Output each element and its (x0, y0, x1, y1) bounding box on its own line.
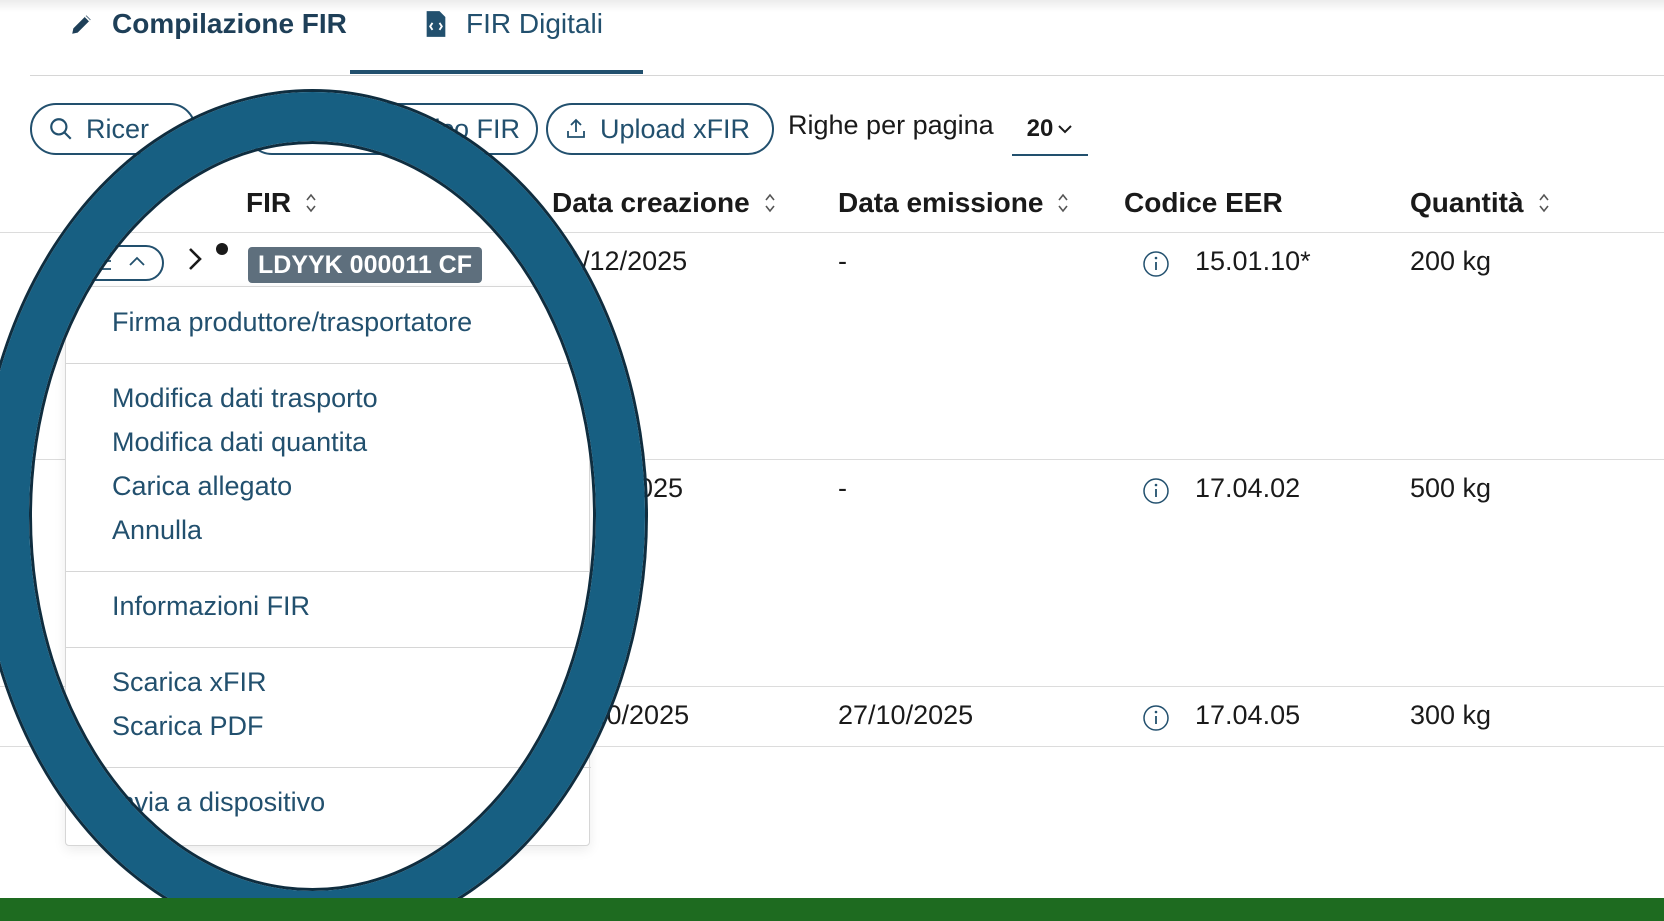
column-header-label: Codice EER (1124, 187, 1283, 218)
menu-item-modifica-trasporto[interactable]: Modifica dati trasporto (112, 383, 378, 414)
menu-item-firma[interactable]: Firma produttore/trasportatore (112, 307, 472, 338)
menu-item-scarica-xfir[interactable]: Scarica xFIR (112, 667, 267, 698)
cell-data-creazione: 2025 (623, 473, 684, 503)
cell-codice-eer: 17.04.02 (1195, 473, 1301, 503)
menu-item-annulla[interactable]: Annulla (112, 515, 202, 546)
rows-per-page-value: 20 (1026, 115, 1054, 142)
cell-quantita: 500 kg (1410, 473, 1492, 503)
menu-item-informazioni-fir[interactable]: Informazioni FIR (112, 591, 310, 622)
cell-data-emissione: - (838, 473, 847, 503)
cell-data-emissione: 27/10/2025 (838, 700, 974, 730)
cell-quantita: 300 kg (1410, 700, 1492, 730)
scarico-fir-label: arico FIR (410, 113, 520, 144)
column-header-label: Data emissione (838, 187, 1044, 218)
active-tab-indicator (350, 70, 643, 74)
column-header-quantita[interactable]: Quantità (1410, 187, 1550, 219)
column-header-codice-eer: Codice EER (1124, 187, 1283, 219)
menu-divider (66, 363, 591, 364)
tab-fir-digitali[interactable]: FIR Digitali (380, 0, 673, 61)
tab-bar: Compilazione FIR FIR Digitali (30, 0, 1664, 76)
info-icon[interactable] (1142, 250, 1170, 278)
row-actions-dropdown: Firma produttore/trasportatore Modifica … (65, 286, 591, 846)
upload-xfir-button[interactable]: Upload xFIR (546, 103, 774, 155)
footer-bar (0, 898, 1664, 921)
column-header-data-emissione[interactable]: Data emissione (838, 187, 1069, 219)
info-icon[interactable] (1142, 477, 1170, 505)
sort-icon (305, 191, 317, 215)
column-header-label: Data creazione (552, 187, 750, 218)
menu-divider (66, 767, 591, 768)
menu-item-invia-dispositivo[interactable]: Invia a dispositivo (112, 787, 325, 818)
chevron-down-icon (1057, 123, 1073, 135)
sort-icon (1538, 191, 1550, 215)
fir-number-badge: LDYYK 000011 CF (248, 247, 482, 283)
cell-data-creazione: 01/12/2025 (552, 246, 688, 276)
tab-label: FIR Digitali (466, 7, 603, 39)
column-header-label: FIR (246, 187, 292, 218)
expand-row-icon[interactable] (186, 245, 204, 280)
sort-icon (764, 191, 776, 215)
tab-compilazione-fir[interactable]: Compilazione FIR (66, 0, 347, 61)
cell-data-creazione: /10/2025 (584, 700, 690, 730)
rows-per-page-select[interactable]: 20 (1012, 104, 1088, 156)
menu-divider (66, 647, 591, 648)
menu-item-modifica-quantita[interactable]: Modifica dati quantita (112, 427, 367, 458)
header-divider (0, 232, 1664, 233)
cell-quantita: 200 kg (1410, 246, 1492, 276)
scarico-fir-button[interactable]: arico FIR (246, 103, 538, 155)
row-actions-menu-button[interactable] (64, 245, 164, 281)
status-dot-icon (213, 240, 231, 264)
upload-icon (564, 116, 588, 142)
cell-codice-eer: 15.01.10* (1195, 246, 1311, 276)
column-header-data-creazione[interactable]: Data creazione (552, 187, 776, 219)
sort-icon (1057, 191, 1069, 215)
upload-xfir-label: Upload xFIR (600, 113, 751, 144)
pencil-icon (66, 8, 98, 40)
search-icon (48, 116, 74, 142)
menu-icon (81, 250, 113, 277)
column-header-fir[interactable]: FIR (246, 187, 317, 219)
cell-data-emissione: - (838, 246, 847, 276)
search-button[interactable]: Ricer (30, 103, 196, 155)
search-button-label: Ricer (86, 113, 150, 144)
column-header-label: Quantità (1410, 187, 1524, 218)
menu-divider (66, 571, 591, 572)
cell-codice-eer: 17.04.05 (1195, 700, 1301, 730)
tab-label: Compilazione FIR (112, 7, 347, 39)
menu-item-carica-allegato[interactable]: Carica allegato (112, 471, 292, 502)
code-file-icon (420, 8, 452, 40)
rows-per-page-label: Righe per pagina (788, 110, 994, 140)
menu-item-scarica-pdf[interactable]: Scarica PDF (112, 711, 264, 742)
info-icon[interactable] (1142, 704, 1170, 732)
chevron-up-icon (127, 254, 147, 273)
